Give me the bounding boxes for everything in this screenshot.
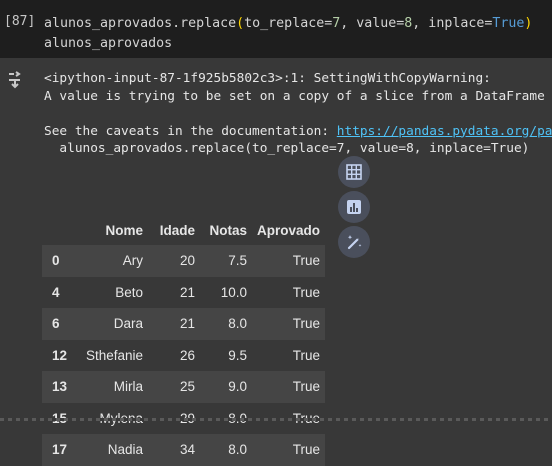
cell-idade: 20 [180,253,196,269]
code-token: ) [524,16,533,31]
cell-nome: Mirla [113,379,144,395]
execution-count: [87] [4,14,36,29]
magic-wand-icon [347,235,362,250]
cell-aprovado: True [292,379,321,395]
code-editor[interactable]: alunos_aprovados.replace(to_replace=7, v… [44,14,532,54]
cell-notas: 8.0 [228,442,248,458]
column-header: Idade [159,223,196,238]
cell-idade: 21 [180,316,196,332]
code-token: to_replace= [244,16,333,31]
convert-to-table-button[interactable] [338,156,370,188]
cell-nome: Nadia [107,442,144,458]
table-row: 12 Sthefanie 26 9.5 True [42,339,326,371]
code-token: , value= [340,16,405,31]
row-index: 4 [52,284,60,300]
output-area: <ipython-input-87-1f925b5802c3>:1: Setti… [0,58,552,466]
code-cell[interactable]: [87] alunos_aprovados.replace(to_replace… [0,0,552,58]
cell-nome: Dara [113,316,144,332]
cell-nome: Sthefanie [85,347,144,363]
table-row: 0 Ary 20 7.5 True [42,245,326,277]
code-keyword: True [492,16,525,31]
cell-nome: Beto [115,284,144,300]
table-row: 4 Beto 21 10.0 True [42,276,326,308]
cell-aprovado: True [292,347,321,363]
cell-notas: 7.5 [228,253,248,269]
suggest-charts-button[interactable] [338,191,370,223]
row-index: 0 [52,253,60,269]
bar-chart-icon [347,200,361,214]
table-row: 13 Mirla 25 9.0 True [42,371,326,403]
table-icon [346,164,362,180]
row-index: 13 [52,379,68,395]
cell-notas: 10.0 [220,284,248,300]
cell-notas: 9.5 [228,347,248,363]
warning-line: See the caveats in the documentation: [44,123,337,139]
column-header: Aprovado [257,223,321,238]
docs-link[interactable]: https://pandas.pydata.org/pa [337,124,552,139]
code-line: alunos_aprovados [44,36,173,51]
code-token: alunos_aprovados.replace [44,16,237,31]
cell-idade: 26 [180,347,196,363]
cell-aprovado: True [292,253,321,269]
cell-notas: 9.0 [228,379,248,395]
cell-aprovado: True [292,316,321,332]
output-toggle-icon[interactable] [6,68,28,90]
table-header-row: Nome Idade Notas Aprovado [42,216,325,245]
cell-idade: 21 [180,284,196,300]
cell-aprovado: True [292,442,321,458]
column-header: Nome [105,223,144,238]
cell-notas: 8.0 [228,316,248,332]
warning-output: <ipython-input-87-1f925b5802c3>:1: Setti… [44,70,552,158]
cell-idade: 34 [180,442,196,458]
dataframe-table: Nome Idade Notas Aprovado 0 Ary 20 7.5 T… [42,216,326,466]
row-index: 6 [52,316,60,332]
code-token: , inplace= [412,16,493,31]
index-header [42,216,72,245]
row-index: 17 [52,442,68,458]
cell-aprovado: True [292,284,321,300]
warning-line: alunos_aprovados.replace(to_replace=7, v… [44,141,530,156]
table-row: 6 Dara 21 8.0 True [42,308,326,340]
generate-code-button[interactable] [338,226,370,258]
warning-line: <ipython-input-87-1f925b5802c3>:1: Setti… [44,71,491,86]
cell-idade: 25 [180,379,196,395]
table-row: 17 Nadia 34 8.0 True [42,434,326,466]
column-header: Notas [209,223,248,238]
warning-line: A value is trying to be set on a copy of… [44,88,545,104]
cell-nome: Ary [122,253,144,269]
code-token: ( [236,16,245,31]
row-index: 12 [52,347,68,363]
